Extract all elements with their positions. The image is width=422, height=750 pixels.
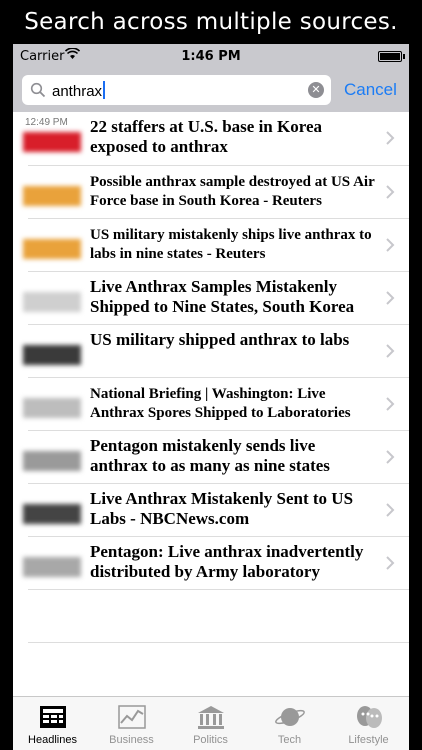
battery-icon	[378, 51, 405, 62]
phone-screen: Carrier 1:46 PM anthrax ✕ Cancel 12:49 P…	[13, 44, 409, 750]
status-bar: Carrier 1:46 PM	[13, 44, 409, 68]
chevron-right-icon	[386, 450, 395, 464]
empty-row	[28, 590, 409, 643]
source-logo-icon	[23, 239, 81, 259]
business-chart-icon	[118, 705, 146, 729]
source-logo-icon	[23, 186, 81, 206]
lifestyle-masks-icon	[357, 706, 382, 728]
item-time	[25, 436, 28, 447]
chevron-right-icon	[386, 397, 395, 411]
headlines-icon	[40, 706, 66, 728]
politics-building-icon	[198, 706, 224, 729]
item-time	[25, 171, 28, 182]
item-time	[25, 277, 28, 288]
chevron-right-icon	[386, 238, 395, 252]
chevron-right-icon	[386, 344, 395, 358]
tab-label: Business	[109, 734, 154, 746]
cancel-button[interactable]: Cancel	[344, 80, 397, 100]
list-item[interactable]: Pentagon mistakenly sends live anthrax t…	[23, 431, 409, 484]
tab-label: Lifestyle	[348, 734, 389, 746]
item-time: 12:49 PM	[25, 117, 68, 128]
search-icon	[30, 82, 46, 98]
tab-lifestyle[interactable]: Lifestyle	[329, 697, 408, 750]
tech-planet-icon	[275, 708, 305, 726]
promo-caption: Search across multiple sources.	[24, 9, 398, 35]
results-list: 12:49 PM 22 staffers at U.S. base in Kore…	[13, 112, 409, 643]
list-item[interactable]: National Briefing | Washington: Live Ant…	[23, 378, 409, 431]
clear-search-icon[interactable]: ✕	[308, 82, 324, 98]
list-item[interactable]: US military shipped anthrax to labs	[23, 325, 409, 378]
list-item[interactable]: Live Anthrax Samples Mistakenly Shipped …	[23, 272, 409, 325]
list-item[interactable]: US military mistakenly ships live anthra…	[23, 219, 409, 272]
source-logo-icon	[23, 292, 81, 312]
headline-text: Live Anthrax Samples Mistakenly Shipped …	[90, 277, 355, 316]
tab-tech[interactable]: Tech	[250, 697, 329, 750]
item-time	[25, 542, 28, 553]
headline-text: US military shipped anthrax to labs	[90, 330, 350, 349]
headline-text: Possible anthrax sample destroyed at US …	[90, 174, 375, 209]
source-logo-icon	[23, 398, 81, 418]
item-time	[25, 224, 28, 235]
search-query: anthrax	[52, 83, 103, 100]
chevron-right-icon	[386, 503, 395, 517]
headline-text: National Briefing | Washington: Live Ant…	[90, 386, 351, 421]
item-time	[25, 489, 28, 500]
search-input[interactable]: anthrax ✕	[22, 75, 331, 105]
source-logo-icon	[23, 132, 81, 152]
tab-politics[interactable]: Politics	[171, 697, 250, 750]
source-logo-icon	[23, 451, 81, 471]
tab-headlines[interactable]: Headlines	[13, 697, 92, 750]
list-item[interactable]: Pentagon: Live anthrax inadvertently dis…	[23, 537, 409, 590]
chevron-right-icon	[386, 185, 395, 199]
headline-text: Pentagon: Live anthrax inadvertently dis…	[90, 542, 364, 581]
tab-bar: Headlines Business Politics Tech Lifestyle	[13, 696, 409, 750]
item-time	[25, 330, 28, 341]
tab-label: Headlines	[28, 734, 77, 746]
list-item[interactable]: 12:49 PM 22 staffers at U.S. base in Kore…	[23, 112, 409, 166]
headline-text: Pentagon mistakenly sends live anthrax t…	[90, 436, 330, 475]
source-logo-icon	[23, 557, 81, 577]
headline-text: US military mistakenly ships live anthra…	[90, 227, 372, 262]
source-logo-icon	[23, 504, 81, 524]
tab-business[interactable]: Business	[92, 697, 171, 750]
search-bar: anthrax ✕ Cancel	[13, 68, 409, 112]
chevron-right-icon	[386, 556, 395, 570]
tab-label: Tech	[277, 734, 302, 746]
headline-text: Live Anthrax Mistakenly Sent to US Labs …	[90, 489, 354, 528]
headline-text: 22 staffers at U.S. base in Korea expose…	[90, 117, 322, 156]
chevron-right-icon	[386, 291, 395, 305]
list-item[interactable]: Possible anthrax sample destroyed at US …	[23, 166, 409, 219]
status-time: 1:46 PM	[181, 49, 241, 64]
tab-label: Politics	[193, 734, 228, 746]
list-item[interactable]: Live Anthrax Mistakenly Sent to US Labs …	[23, 484, 409, 537]
source-logo-icon	[23, 345, 81, 365]
chevron-right-icon	[386, 131, 395, 145]
item-time	[25, 383, 28, 394]
